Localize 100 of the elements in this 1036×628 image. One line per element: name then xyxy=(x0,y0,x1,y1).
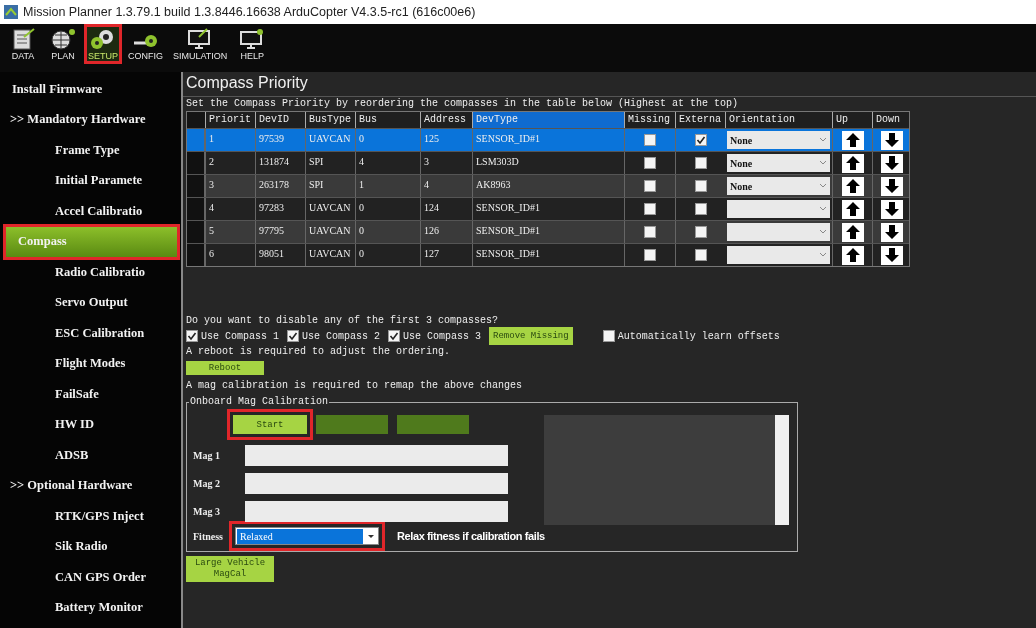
table-row[interactable]: 1 97539 UAVCAN 0 125 SENSOR_ID#1 None xyxy=(187,128,909,151)
move-up-button[interactable] xyxy=(841,153,864,173)
column-header[interactable]: DevType xyxy=(472,112,624,128)
table-row[interactable]: 4 97283 UAVCAN 0 124 SENSOR_ID#1 xyxy=(187,197,909,220)
calibration-button[interactable]: Start xyxy=(233,415,307,434)
use-compass-checkbox[interactable]: Use Compass 1 xyxy=(186,330,279,342)
arrow-down-icon xyxy=(883,178,900,194)
sidebar-item[interactable]: ADSB xyxy=(0,440,181,471)
check-icon xyxy=(695,135,706,145)
checkbox[interactable] xyxy=(644,203,656,215)
toolbar-button[interactable]: SIMULATION xyxy=(171,26,230,62)
checkbox[interactable] xyxy=(694,249,707,261)
sidebar-item[interactable]: Flight Modes xyxy=(0,348,181,379)
check-icon xyxy=(187,331,197,341)
reboot-button[interactable]: Reboot xyxy=(186,361,264,375)
sidebar-item[interactable]: Radio Calibratio xyxy=(0,257,181,288)
sidebar-item[interactable]: CAN GPS Order xyxy=(0,562,181,593)
move-down-button[interactable] xyxy=(880,245,903,265)
table-row[interactable]: 3 263178 SPI 1 4 AK8963 None xyxy=(187,174,909,197)
table-row[interactable]: 2 131874 SPI 4 3 LSM303D None xyxy=(187,151,909,174)
use-compass-checkbox[interactable]: Use Compass 2 xyxy=(287,330,381,342)
globe-icon xyxy=(48,27,78,51)
mag-label: Mag 1 xyxy=(192,450,221,462)
checkbox[interactable] xyxy=(694,203,707,215)
move-up-button[interactable] xyxy=(841,130,864,150)
sidebar-item[interactable]: RTK/GPS Inject xyxy=(0,501,181,532)
checkbox[interactable] xyxy=(602,330,615,342)
sidebar-item[interactable]: Battery Monitor xyxy=(0,592,181,623)
orientation-dropdown[interactable]: None xyxy=(727,131,830,149)
move-down-button[interactable] xyxy=(880,153,903,173)
move-down-button[interactable] xyxy=(880,176,903,196)
checkbox[interactable] xyxy=(644,180,656,192)
chevron-down-icon xyxy=(819,160,827,166)
move-down-button[interactable] xyxy=(880,199,903,219)
table-cell: SENSOR_ID#1 xyxy=(472,244,624,266)
arrow-down-icon xyxy=(883,155,900,171)
toolbar-button[interactable]: PLAN xyxy=(46,26,80,62)
move-down-button[interactable] xyxy=(880,222,903,242)
checkbox[interactable] xyxy=(644,226,656,238)
toolbar-button[interactable]: DATA xyxy=(6,26,40,62)
sidebar-item[interactable]: Initial Paramete xyxy=(0,165,181,196)
arrow-up-icon xyxy=(844,224,861,240)
checkbox[interactable] xyxy=(694,180,707,192)
large-vehicle-magcal-button[interactable]: Large Vehicle MagCal xyxy=(186,556,274,582)
sidebar-item[interactable]: Frame Type xyxy=(0,135,181,166)
checkbox[interactable] xyxy=(644,157,656,169)
table-row[interactable]: 5 97795 UAVCAN 0 126 SENSOR_ID#1 xyxy=(187,220,909,243)
move-down-button[interactable] xyxy=(880,130,903,150)
sidebar-item[interactable]: Sik Radio xyxy=(0,531,181,562)
instruction-text: Set the Compass Priority by reordering the compasses in the table below (Highest at the top) xyxy=(186,97,740,110)
chevron-down-icon xyxy=(819,206,827,212)
toolbar-button[interactable]: HELP xyxy=(235,26,270,62)
move-up-button[interactable] xyxy=(841,222,864,242)
table-row[interactable]: 6 98051 UAVCAN 0 127 SENSOR_ID#1 xyxy=(187,243,909,266)
move-up-button[interactable] xyxy=(841,245,864,265)
sidebar-item[interactable]: HW ID xyxy=(0,409,181,440)
checkbox[interactable] xyxy=(644,134,656,146)
checkbox[interactable] xyxy=(694,157,707,169)
auto-learn-checkbox[interactable]: Automatically learn offsets xyxy=(602,330,780,342)
arrow-down-icon xyxy=(883,224,900,240)
sidebar-item[interactable]: Servo Output xyxy=(0,287,181,318)
sidebar-item[interactable]: Install Firmware xyxy=(0,74,181,105)
scrollbar[interactable] xyxy=(775,415,789,525)
checkbox[interactable] xyxy=(186,330,198,342)
checkbox[interactable] xyxy=(388,330,401,342)
checkbox[interactable] xyxy=(644,249,656,261)
orientation-dropdown[interactable]: None xyxy=(727,177,830,195)
chevron-down-icon xyxy=(819,137,827,143)
move-up-button[interactable] xyxy=(841,199,864,219)
magcal-note: A mag calibration is required to remap the above changes xyxy=(186,379,524,392)
arrow-up-icon xyxy=(844,132,861,148)
arrow-up-icon xyxy=(844,178,861,194)
toolbar-button[interactable]: CONFIG xyxy=(126,26,165,62)
fitness-dropdown[interactable]: Relaxed xyxy=(235,527,379,546)
window-title: Mission Planner 1.3.79.1 build 1.3.8446.16638 ArduCopter V4.3.5-rc1 (616c00e6) xyxy=(23,5,476,19)
sidebar-group[interactable]: >> Optional Hardware xyxy=(0,470,181,501)
log-textarea[interactable] xyxy=(544,415,789,525)
sidebar-item[interactable]: FailSafe xyxy=(0,379,181,410)
page-title: Compass Priority xyxy=(183,74,1036,97)
orientation-dropdown[interactable]: None xyxy=(727,154,830,172)
move-up-button[interactable] xyxy=(841,176,864,196)
checkbox[interactable] xyxy=(694,134,707,146)
checkbox[interactable] xyxy=(694,226,707,238)
table-cell: 98051 xyxy=(255,244,305,266)
arrow-down-icon xyxy=(883,201,900,217)
arrow-up-icon xyxy=(844,155,861,171)
mag-label: Mag 2 xyxy=(192,478,221,490)
sidebar-group[interactable]: >> Mandatory Hardware xyxy=(0,104,181,135)
question-text: Do you want to disable any of the first 3 compasses? xyxy=(186,314,500,327)
group-title: Onboard Mag Calibration xyxy=(189,396,330,407)
sidebar-item[interactable]: Accel Calibratio xyxy=(0,196,181,227)
toolbar-button[interactable]: SETUP xyxy=(86,26,120,62)
remove-missing-button[interactable]: Remove Missing xyxy=(489,327,573,345)
check-icon xyxy=(389,331,400,341)
reboot-note: A reboot is required to adjust the ordering. xyxy=(186,345,452,358)
sidebar-item[interactable]: ESC Calibration xyxy=(0,318,181,349)
checkbox[interactable] xyxy=(287,330,299,342)
dropdown-arrow-icon xyxy=(368,534,374,538)
use-compass-checkbox[interactable]: Use Compass 3 xyxy=(388,330,482,342)
arrow-up-icon xyxy=(844,201,861,217)
